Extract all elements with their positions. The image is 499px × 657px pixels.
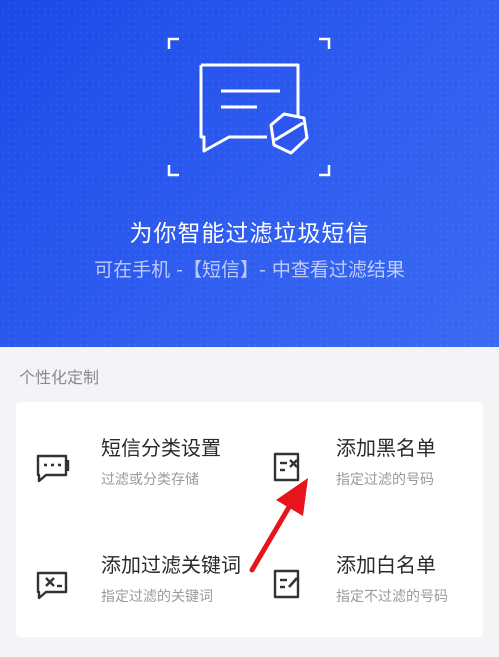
item-title: 添加黑名单 (336, 436, 436, 460)
sms-category-settings-item[interactable]: 短信分类设置 过滤或分类存储 (35, 432, 255, 532)
item-title: 添加白名单 (336, 553, 436, 577)
item-desc: 指定不过滤的号码 (336, 589, 448, 605)
annotation-arrow-icon (249, 478, 308, 573)
item-title: 添加过滤关键词 (101, 553, 241, 577)
item-title: 短信分类设置 (101, 436, 221, 460)
hero-title: 为你智能过滤垃圾短信 (129, 221, 370, 247)
hero-banner: 为你智能过滤垃圾短信 可在手机 -【短信】- 中查看过滤结果 (0, 0, 499, 347)
section-label: 个性化定制 (19, 368, 100, 387)
keyword-filter-icon (36, 571, 68, 600)
item-desc: 指定过滤的关键词 (101, 589, 213, 605)
hero-subtitle: 可在手机 -【短信】- 中查看过滤结果 (94, 259, 405, 281)
item-desc: 指定过滤的号码 (336, 472, 434, 488)
message-filter-icon (167, 37, 331, 177)
message-settings-icon (36, 454, 70, 483)
add-keyword-filter-item[interactable]: 添加过滤关键词 指定过滤的关键词 (35, 549, 255, 649)
item-desc: 过滤或分类存储 (101, 472, 199, 488)
